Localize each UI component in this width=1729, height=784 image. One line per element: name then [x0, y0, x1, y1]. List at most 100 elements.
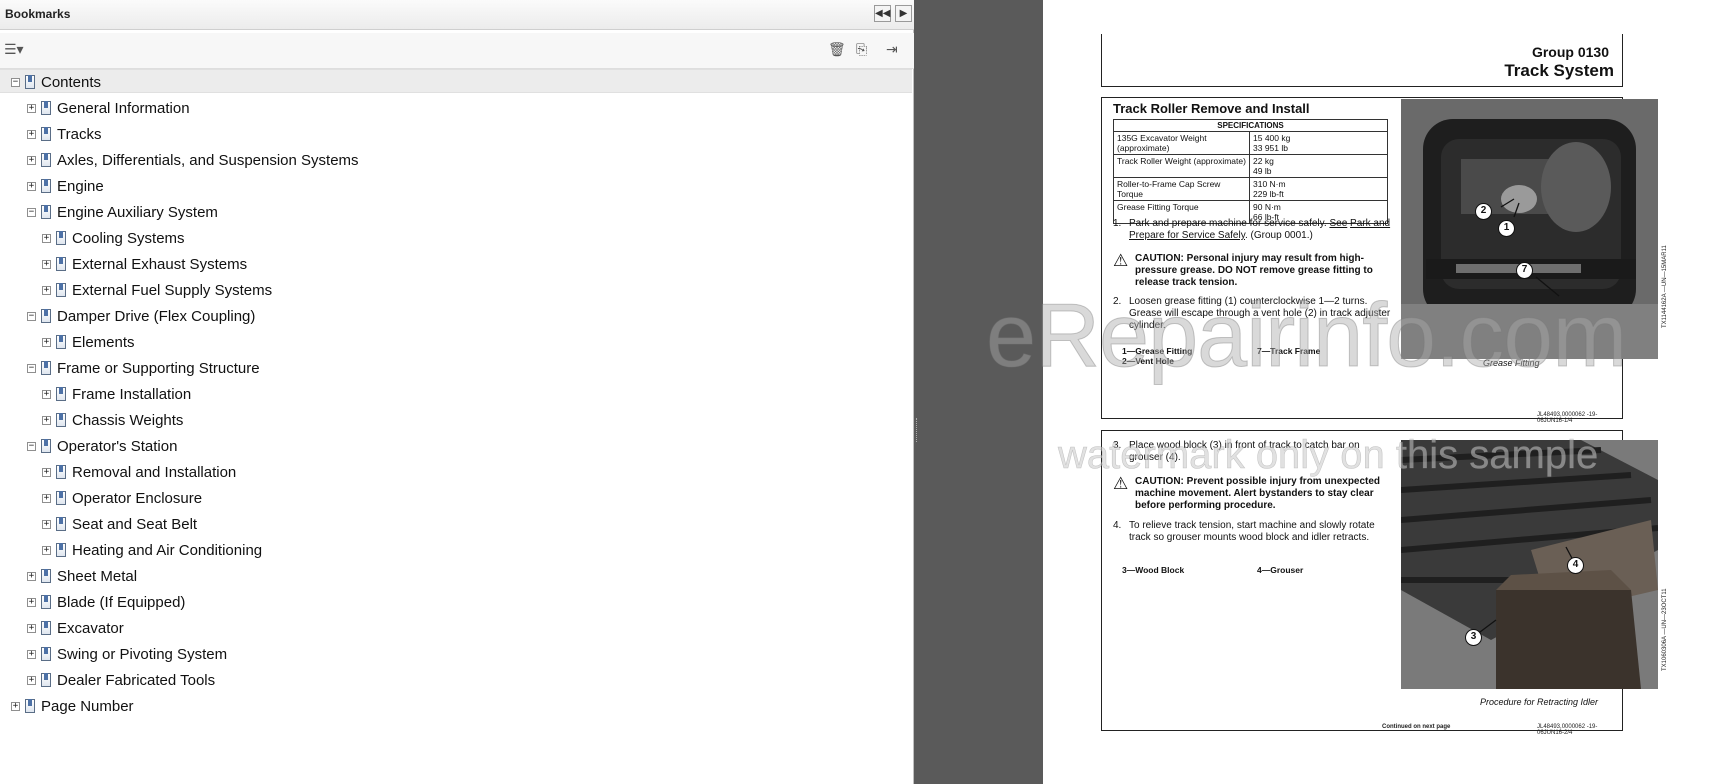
- tree-item[interactable]: − Engine Auxiliary System: [27, 199, 218, 225]
- expand-toggle-icon[interactable]: +: [42, 285, 51, 295]
- bookmark-icon: [41, 127, 51, 141]
- specifications-table: SPECIFICATIONS 135G Excavator Weight (ap…: [1113, 119, 1388, 224]
- tree-item-label[interactable]: External Fuel Supply Systems: [72, 282, 272, 299]
- tree-item-label[interactable]: Contents: [41, 74, 101, 91]
- tree-item-label[interactable]: Frame or Supporting Structure: [57, 360, 260, 377]
- warning-icon: ⚠: [1113, 251, 1129, 271]
- collapse-toggle-icon[interactable]: −: [27, 207, 36, 217]
- expand-toggle-icon[interactable]: +: [27, 571, 36, 581]
- expand-toggle-icon[interactable]: +: [27, 623, 36, 633]
- tree-item[interactable]: + Sheet Metal: [27, 563, 137, 589]
- figure-caption: Procedure for Retracting Idler: [1480, 697, 1599, 707]
- new-bookmark-icon[interactable]: ⎘: [856, 41, 867, 59]
- tree-item[interactable]: + External Exhaust Systems: [42, 251, 247, 277]
- tree-item-label[interactable]: Operator Enclosure: [72, 490, 202, 507]
- expand-toggle-icon[interactable]: +: [27, 649, 36, 659]
- tree-item[interactable]: + Blade (If Equipped): [27, 589, 185, 615]
- tree-item[interactable]: + Frame Installation: [42, 381, 191, 407]
- tree-item[interactable]: + Operator Enclosure: [42, 485, 202, 511]
- tree-item-label[interactable]: Elements: [72, 334, 135, 351]
- tree-item[interactable]: + Axles, Differentials, and Suspension Sy…: [27, 147, 359, 173]
- tree-item[interactable]: + Removal and Installation: [42, 459, 236, 485]
- expand-toggle-icon[interactable]: +: [42, 493, 51, 503]
- tree-item-label[interactable]: Engine: [57, 178, 104, 195]
- tree-item-label[interactable]: Damper Drive (Flex Coupling): [57, 308, 255, 325]
- tree-item-label[interactable]: Chassis Weights: [72, 412, 183, 429]
- see-link[interactable]: See: [1329, 218, 1347, 229]
- tree-item[interactable]: + General Information: [27, 95, 190, 121]
- expand-toggle-icon[interactable]: +: [42, 259, 51, 269]
- tree-item[interactable]: − Contents: [11, 69, 101, 95]
- tree-item[interactable]: + Chassis Weights: [42, 407, 183, 433]
- tree-item-label[interactable]: Sheet Metal: [57, 568, 137, 585]
- tree-item[interactable]: − Damper Drive (Flex Coupling): [27, 303, 255, 329]
- step-text: Park and prepare machine for service saf…: [1129, 218, 1394, 242]
- figure-code: TX1060306A —UN—23OCT11: [1662, 588, 1668, 671]
- tree-item[interactable]: + Excavator: [27, 615, 124, 641]
- expand-toggle-icon[interactable]: +: [42, 519, 51, 529]
- collapse-toggle-icon[interactable]: −: [11, 77, 20, 87]
- tree-item-label[interactable]: Seat and Seat Belt: [72, 516, 197, 533]
- trash-icon[interactable]: 🗑: [828, 41, 846, 59]
- tree-item-label[interactable]: Operator's Station: [57, 438, 177, 455]
- tree-item-label[interactable]: Engine Auxiliary System: [57, 204, 218, 221]
- tree-item-label[interactable]: Excavator: [57, 620, 124, 637]
- expand-toggle-icon[interactable]: +: [27, 675, 36, 685]
- expand-toggle-icon[interactable]: +: [42, 337, 51, 347]
- tree-item-label[interactable]: Cooling Systems: [72, 230, 185, 247]
- tree-item-label[interactable]: Page Number: [41, 698, 134, 715]
- tree-item[interactable]: + Cooling Systems: [42, 225, 185, 251]
- expand-toggle-icon[interactable]: +: [42, 415, 51, 425]
- expand-panel-button[interactable]: ▶: [895, 5, 912, 22]
- bookmark-icon: [41, 621, 51, 635]
- bookmark-icon: [56, 465, 66, 479]
- expand-toggle-icon[interactable]: +: [27, 155, 36, 165]
- tree-item[interactable]: + Swing or Pivoting System: [27, 641, 227, 667]
- tree-item-label[interactable]: Tracks: [57, 126, 101, 143]
- tree-item-label[interactable]: Frame Installation: [72, 386, 191, 403]
- tree-item-label[interactable]: Axles, Differentials, and Suspension Sys…: [57, 152, 359, 169]
- tree-item-label[interactable]: General Information: [57, 100, 190, 117]
- collapse-toggle-icon[interactable]: −: [27, 441, 36, 451]
- tree-item[interactable]: + Seat and Seat Belt: [42, 511, 197, 537]
- tree-item-label[interactable]: Heating and Air Conditioning: [72, 542, 262, 559]
- tree-item-label[interactable]: External Exhaust Systems: [72, 256, 247, 273]
- tree-item[interactable]: + Dealer Fabricated Tools: [27, 667, 215, 693]
- tree-item[interactable]: + Tracks: [27, 121, 101, 147]
- expand-toggle-icon[interactable]: +: [27, 103, 36, 113]
- bookmark-icon: [41, 647, 51, 661]
- tree-item[interactable]: + Engine: [27, 173, 104, 199]
- tree-item[interactable]: − Frame or Supporting Structure: [27, 355, 260, 381]
- tree-item[interactable]: + Heating and Air Conditioning: [42, 537, 262, 563]
- watermark-sub: watermark only on this sample: [1058, 433, 1599, 478]
- collapse-toggle-icon[interactable]: −: [27, 311, 36, 321]
- tree-item[interactable]: + Page Number: [11, 693, 134, 719]
- expand-toggle-icon[interactable]: +: [27, 181, 36, 191]
- selected-row-highlight: [0, 69, 912, 93]
- expand-bookmark-icon[interactable]: ⇥: [886, 41, 898, 59]
- step-number: 1.: [1113, 218, 1122, 229]
- tree-item-label[interactable]: Blade (If Equipped): [57, 594, 185, 611]
- collapse-toggle-icon[interactable]: −: [27, 363, 36, 373]
- expand-toggle-icon[interactable]: +: [42, 467, 51, 477]
- tree-item-label[interactable]: Swing or Pivoting System: [57, 646, 227, 663]
- bookmark-icon: [41, 179, 51, 193]
- expand-toggle-icon[interactable]: +: [27, 597, 36, 607]
- expand-toggle-icon[interactable]: +: [27, 129, 36, 139]
- tree-item[interactable]: − Operator's Station: [27, 433, 177, 459]
- tree-item[interactable]: + External Fuel Supply Systems: [42, 277, 272, 303]
- tree-item[interactable]: + Elements: [42, 329, 135, 355]
- collapse-panel-button[interactable]: ◀◀: [874, 5, 891, 22]
- callout-2: 2: [1475, 203, 1492, 220]
- figure-code: TX1144162A —UN—15MAR11: [1662, 245, 1668, 328]
- options-menu-icon[interactable]: ☰▾: [4, 41, 24, 59]
- splitter-grip[interactable]: [916, 418, 918, 442]
- expand-toggle-icon[interactable]: +: [42, 389, 51, 399]
- expand-toggle-icon[interactable]: +: [11, 701, 20, 711]
- tree-item-label[interactable]: Dealer Fabricated Tools: [57, 672, 215, 689]
- expand-toggle-icon[interactable]: +: [42, 233, 51, 243]
- panel-splitter[interactable]: [914, 0, 1043, 784]
- tree-item-label[interactable]: Removal and Installation: [72, 464, 236, 481]
- expand-toggle-icon[interactable]: +: [42, 545, 51, 555]
- caution-text: CAUTION: Personal injury may result from…: [1135, 253, 1373, 288]
